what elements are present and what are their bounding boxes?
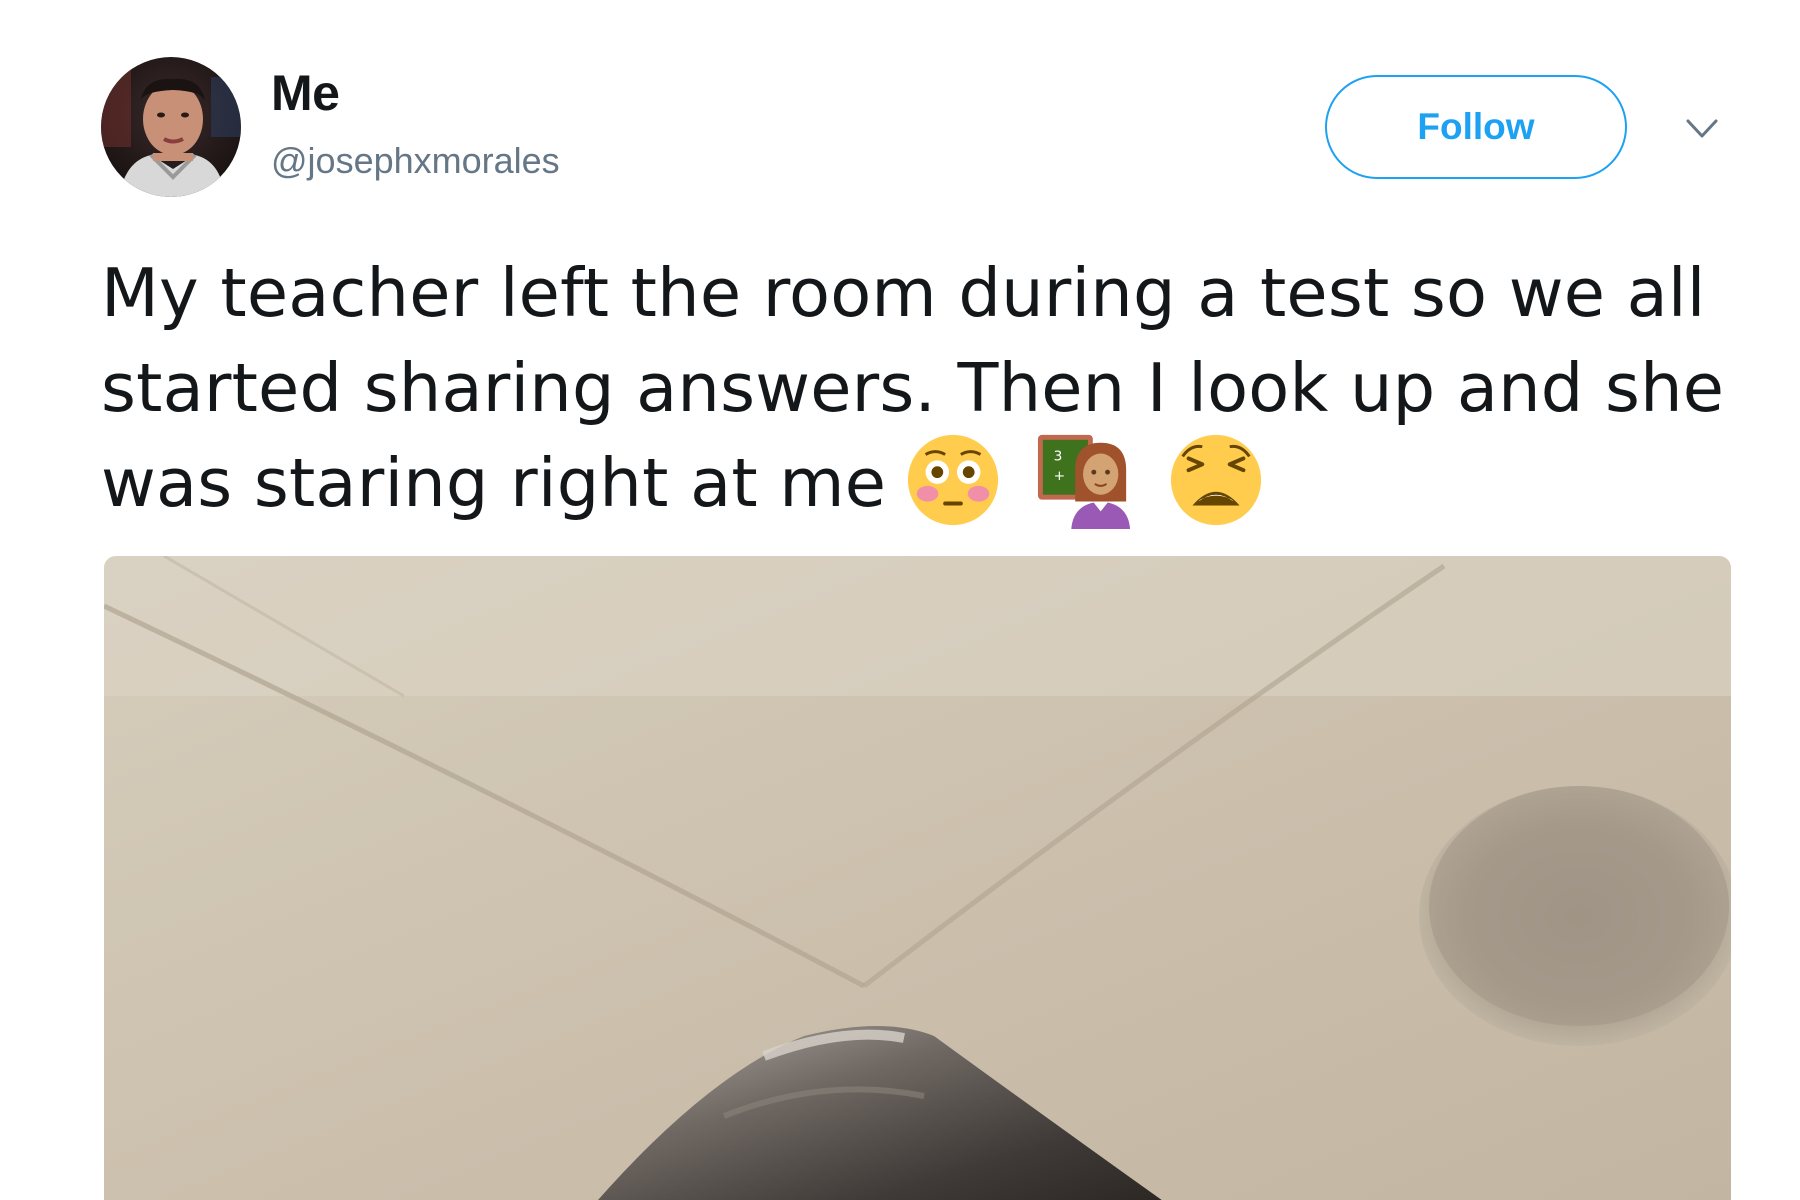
tweet-card: Me @josephxmorales Follow My teacher lef… xyxy=(0,0,1800,1200)
attached-photo-icon xyxy=(104,556,1731,1200)
user-handle[interactable]: @josephxmorales xyxy=(271,140,560,182)
woman-teacher-emoji-icon: 3 + xyxy=(1037,434,1130,529)
flushed-face-emoji-icon xyxy=(908,434,999,525)
svg-text:+: + xyxy=(1053,468,1065,484)
svg-text:3: 3 xyxy=(1053,448,1062,464)
tweet-text: My teacher left the room during a test s… xyxy=(101,246,1741,536)
weary-face-emoji-icon xyxy=(1171,434,1262,525)
follow-button[interactable]: Follow xyxy=(1325,75,1627,179)
display-name[interactable]: Me xyxy=(271,64,340,122)
emoji-group: 3 + xyxy=(904,428,1277,529)
profile-photo-icon xyxy=(101,57,241,197)
tweet-media-photo[interactable] xyxy=(104,556,1731,1200)
chevron-down-icon[interactable] xyxy=(1685,117,1719,141)
avatar[interactable] xyxy=(101,57,241,197)
